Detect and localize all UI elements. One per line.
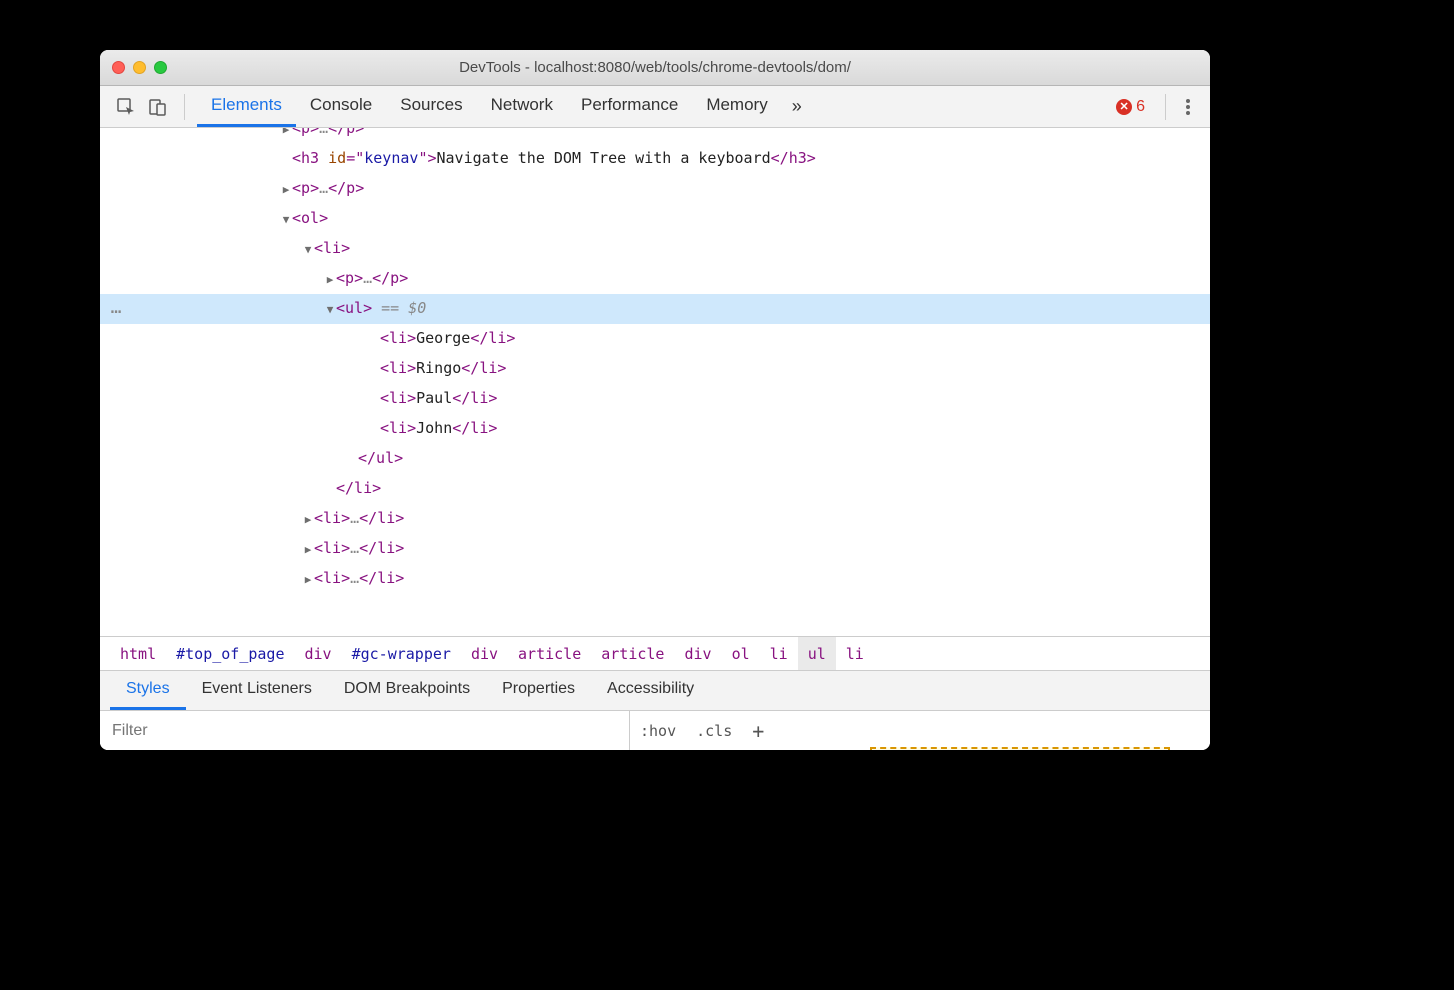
styles-pane-tabs: Styles Event Listeners DOM Breakpoints P… xyxy=(100,670,1210,710)
breadcrumb-item[interactable]: article xyxy=(591,637,674,670)
breadcrumb-item[interactable]: li xyxy=(836,637,874,670)
expand-arrow-icon[interactable]: ▶ xyxy=(302,566,314,594)
settings-menu-button[interactable] xyxy=(1178,97,1198,117)
expand-arrow-icon[interactable]: ▶ xyxy=(302,536,314,564)
expand-arrow-icon[interactable] xyxy=(368,326,380,354)
subtab-accessibility[interactable]: Accessibility xyxy=(591,671,710,710)
breadcrumb-item[interactable]: div xyxy=(674,637,721,670)
dom-tree-line[interactable]: <li>Paul</li> xyxy=(100,384,1210,414)
subtab-properties[interactable]: Properties xyxy=(486,671,591,710)
expand-arrow-icon[interactable]: ▼ xyxy=(302,236,314,264)
tab-elements[interactable]: Elements xyxy=(197,86,296,127)
device-toolbar-icon[interactable] xyxy=(144,93,172,121)
toggle-hov-button[interactable]: :hov xyxy=(630,722,686,740)
dom-tree-line[interactable]: ▶<p>…</p> xyxy=(100,264,1210,294)
breadcrumb-item[interactable]: ul xyxy=(798,637,836,670)
error-counter[interactable]: ✕ 6 xyxy=(1108,98,1153,116)
minimize-window-button[interactable] xyxy=(133,61,146,74)
breadcrumb-item[interactable]: li xyxy=(760,637,798,670)
error-icon: ✕ xyxy=(1116,99,1132,115)
expand-arrow-icon[interactable]: ▼ xyxy=(324,296,336,324)
panel-tabs: Elements Console Sources Network Perform… xyxy=(197,86,1104,127)
dom-tree-line[interactable]: ▶<li>…</li> xyxy=(100,564,1210,594)
breadcrumb-item[interactable]: div xyxy=(461,637,508,670)
expand-arrow-icon[interactable]: ▶ xyxy=(302,506,314,534)
breadcrumb-item[interactable]: #top_of_page xyxy=(166,637,294,670)
dom-tree-line[interactable]: ▼<li> xyxy=(100,234,1210,264)
toolbar-separator xyxy=(1165,94,1166,120)
breadcrumb-item[interactable]: html xyxy=(110,637,166,670)
expand-arrow-icon[interactable] xyxy=(280,146,292,174)
more-tabs-button[interactable]: » xyxy=(782,96,812,117)
breadcrumb-item[interactable]: #gc-wrapper xyxy=(342,637,461,670)
inspect-element-icon[interactable] xyxy=(112,93,140,121)
dom-tree-line[interactable]: <li>Ringo</li> xyxy=(100,354,1210,384)
new-style-rule-button[interactable]: + xyxy=(742,719,774,743)
subtab-dom-breakpoints[interactable]: DOM Breakpoints xyxy=(328,671,486,710)
tab-sources[interactable]: Sources xyxy=(386,86,476,127)
expand-arrow-icon[interactable]: ▼ xyxy=(280,206,292,234)
toggle-cls-button[interactable]: .cls xyxy=(686,722,742,740)
dom-tree-line[interactable]: <h3 id="keynav">Navigate the DOM Tree wi… xyxy=(100,144,1210,174)
dom-tree-line[interactable]: ▶<p>…</p> xyxy=(100,128,1210,144)
devtools-window: DevTools - localhost:8080/web/tools/chro… xyxy=(100,50,1210,750)
dom-breadcrumb: html#top_of_pagediv#gc-wrapperdivarticle… xyxy=(100,636,1210,670)
expand-arrow-icon[interactable]: ▶ xyxy=(324,266,336,294)
main-toolbar: Elements Console Sources Network Perform… xyxy=(100,86,1210,128)
expand-arrow-icon[interactable]: ▶ xyxy=(280,176,292,204)
styles-filter-bar: :hov .cls + xyxy=(100,710,1210,750)
tab-console[interactable]: Console xyxy=(296,86,386,127)
expand-arrow-icon[interactable]: ▶ xyxy=(280,128,292,144)
window-title: DevTools - localhost:8080/web/tools/chro… xyxy=(100,59,1210,76)
dom-tree-line[interactable]: ▶<p>…</p> xyxy=(100,174,1210,204)
dom-tree-line[interactable]: ▶<li>…</li> xyxy=(100,504,1210,534)
breadcrumb-item[interactable]: ol xyxy=(722,637,760,670)
dom-tree-line[interactable]: ▼<ol> xyxy=(100,204,1210,234)
margin-highlight-indicator xyxy=(870,747,1170,750)
breadcrumb-item[interactable]: article xyxy=(508,637,591,670)
close-window-button[interactable] xyxy=(112,61,125,74)
tab-network[interactable]: Network xyxy=(477,86,567,127)
toolbar-separator xyxy=(184,94,185,120)
expand-arrow-icon[interactable] xyxy=(324,476,336,504)
dom-tree-line[interactable]: </li> xyxy=(100,474,1210,504)
subtab-event-listeners[interactable]: Event Listeners xyxy=(186,671,328,710)
expand-arrow-icon[interactable] xyxy=(368,386,380,414)
zoom-window-button[interactable] xyxy=(154,61,167,74)
expand-arrow-icon[interactable] xyxy=(368,416,380,444)
dom-tree-line[interactable]: <li>John</li> xyxy=(100,414,1210,444)
dom-tree-line[interactable]: …▼<ul> == $0 xyxy=(100,294,1210,324)
expand-arrow-icon[interactable] xyxy=(368,356,380,384)
tab-memory[interactable]: Memory xyxy=(692,86,781,127)
dom-tree-pane[interactable]: ▶<p>…</p> <h3 id="keynav">Navigate the D… xyxy=(100,128,1210,636)
tab-performance[interactable]: Performance xyxy=(567,86,692,127)
styles-filter-input[interactable] xyxy=(100,711,630,750)
gutter-ellipsis-icon[interactable]: … xyxy=(100,294,130,322)
traffic-lights xyxy=(112,61,167,74)
window-titlebar: DevTools - localhost:8080/web/tools/chro… xyxy=(100,50,1210,86)
expand-arrow-icon[interactable] xyxy=(346,446,358,474)
subtab-styles[interactable]: Styles xyxy=(110,671,186,710)
breadcrumb-item[interactable]: div xyxy=(295,637,342,670)
dom-tree-line[interactable]: ▶<li>…</li> xyxy=(100,534,1210,564)
dom-tree-line[interactable]: </ul> xyxy=(100,444,1210,474)
dom-tree-line[interactable]: <li>George</li> xyxy=(100,324,1210,354)
error-count: 6 xyxy=(1136,98,1145,116)
